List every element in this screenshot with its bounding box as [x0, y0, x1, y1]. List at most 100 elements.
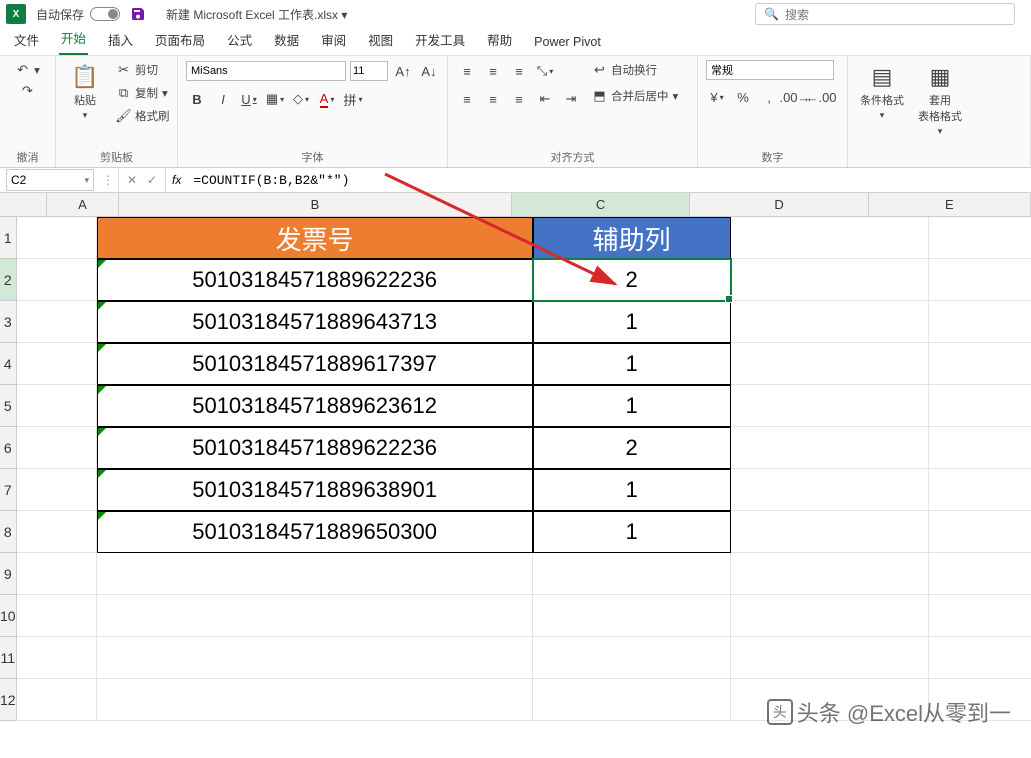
cell-C3[interactable]: 1: [533, 301, 731, 343]
toggle-switch-icon[interactable]: [90, 7, 120, 21]
cell-B6[interactable]: 50103184571889622236: [97, 427, 533, 469]
menu-tab-公式[interactable]: 公式: [225, 26, 254, 55]
cell-D8[interactable]: [731, 511, 929, 553]
phonetic-button[interactable]: 拼: [342, 88, 364, 110]
font-family-select[interactable]: [186, 61, 346, 81]
percent-button[interactable]: %: [732, 86, 754, 108]
row-header-1[interactable]: 1: [0, 217, 17, 259]
menu-tab-视图[interactable]: 视图: [366, 26, 395, 55]
cell-A3[interactable]: [17, 301, 97, 343]
cell-B1[interactable]: 发票号: [97, 217, 533, 259]
cell-B2[interactable]: 50103184571889622236: [97, 259, 533, 301]
col-header-C[interactable]: C: [512, 193, 690, 217]
col-header-A[interactable]: A: [47, 193, 119, 217]
row-header-4[interactable]: 4: [0, 343, 17, 385]
cell-B8[interactable]: 50103184571889650300: [97, 511, 533, 553]
cell-A6[interactable]: [17, 427, 97, 469]
menu-tab-数据[interactable]: 数据: [272, 26, 301, 55]
cell-A2[interactable]: [17, 259, 97, 301]
dec-decimal-button[interactable]: ←.00: [810, 86, 832, 108]
cell-A9[interactable]: [17, 553, 97, 595]
cell-A10[interactable]: [17, 595, 97, 637]
font-size-select[interactable]: [350, 61, 388, 81]
menu-tab-开始[interactable]: 开始: [59, 24, 88, 55]
row-header-7[interactable]: 7: [0, 469, 17, 511]
inc-decimal-button[interactable]: .00→: [784, 86, 806, 108]
col-header-E[interactable]: E: [869, 193, 1031, 217]
cell-B5[interactable]: 50103184571889623612: [97, 385, 533, 427]
row-header-8[interactable]: 8: [0, 511, 17, 553]
indent-dec-button[interactable]: ⇤: [534, 88, 556, 110]
menu-tab-Power Pivot[interactable]: Power Pivot: [532, 31, 603, 55]
cell-A12[interactable]: [17, 679, 97, 721]
fx-button[interactable]: fx: [166, 173, 187, 187]
cell-C6[interactable]: 2: [533, 427, 731, 469]
number-format-select[interactable]: [706, 60, 834, 80]
row-header-10[interactable]: 10: [0, 595, 17, 637]
cell-C8[interactable]: 1: [533, 511, 731, 553]
cell-D3[interactable]: [731, 301, 929, 343]
cancel-formula-button[interactable]: ✕: [123, 173, 141, 187]
cell-A4[interactable]: [17, 343, 97, 385]
cell-E1[interactable]: [929, 217, 1031, 259]
align-right-button[interactable]: ≡: [508, 88, 530, 110]
cell-C5[interactable]: 1: [533, 385, 731, 427]
select-all-corner[interactable]: [0, 193, 47, 217]
document-title[interactable]: 新建 Microsoft Excel 工作表.xlsx ▾: [166, 6, 347, 23]
chevron-down-icon[interactable]: ▾: [84, 175, 89, 186]
decrease-font-button[interactable]: A↓: [418, 60, 440, 82]
indent-inc-button[interactable]: ⇥: [560, 88, 582, 110]
format-painter-button[interactable]: 🖌格式刷: [112, 106, 174, 126]
cell-C4[interactable]: 1: [533, 343, 731, 385]
search-box[interactable]: 🔍 搜索: [755, 3, 1015, 25]
menu-tab-审阅[interactable]: 审阅: [319, 26, 348, 55]
confirm-formula-button[interactable]: ✓: [143, 173, 161, 187]
align-left-button[interactable]: ≡: [456, 88, 478, 110]
cell-D2[interactable]: [731, 259, 929, 301]
cell-E6[interactable]: [929, 427, 1031, 469]
currency-button[interactable]: ¥: [706, 86, 728, 108]
name-box[interactable]: C2 ▾: [6, 169, 94, 191]
cell-A1[interactable]: [17, 217, 97, 259]
fill-color-button[interactable]: ◇: [290, 88, 312, 110]
increase-font-button[interactable]: A↑: [392, 60, 414, 82]
menu-tab-开发工具[interactable]: 开发工具: [413, 26, 467, 55]
paste-button[interactable]: 📋 粘贴 ▾: [64, 60, 106, 125]
formula-input[interactable]: [187, 169, 1031, 191]
cell-C2[interactable]: 2: [533, 259, 731, 301]
cell-A8[interactable]: [17, 511, 97, 553]
cell-D1[interactable]: [731, 217, 929, 259]
cell-B3[interactable]: 50103184571889643713: [97, 301, 533, 343]
border-button[interactable]: ▦: [264, 88, 286, 110]
cell-E8[interactable]: [929, 511, 1031, 553]
col-header-D[interactable]: D: [690, 193, 868, 217]
cell-A11[interactable]: [17, 637, 97, 679]
menu-tab-插入[interactable]: 插入: [106, 26, 135, 55]
cell-C9[interactable]: [533, 553, 731, 595]
cell-C11[interactable]: [533, 637, 731, 679]
menu-tab-文件[interactable]: 文件: [12, 26, 41, 55]
merge-center-button[interactable]: ⬒合并后居中▾: [588, 86, 682, 106]
cell-E11[interactable]: [929, 637, 1031, 679]
row-header-12[interactable]: 12: [0, 679, 17, 721]
cell-B12[interactable]: [97, 679, 533, 721]
col-header-B[interactable]: B: [119, 193, 512, 217]
cell-D10[interactable]: [731, 595, 929, 637]
cell-D6[interactable]: [731, 427, 929, 469]
underline-button[interactable]: U: [238, 88, 260, 110]
save-icon[interactable]: [130, 6, 146, 22]
cell-E7[interactable]: [929, 469, 1031, 511]
cell-E5[interactable]: [929, 385, 1031, 427]
cell-D11[interactable]: [731, 637, 929, 679]
redo-button[interactable]: ↷: [16, 81, 39, 100]
row-header-9[interactable]: 9: [0, 553, 17, 595]
cell-D7[interactable]: [731, 469, 929, 511]
cell-B10[interactable]: [97, 595, 533, 637]
row-header-2[interactable]: 2: [0, 259, 17, 301]
align-middle-button[interactable]: ≡: [482, 60, 504, 82]
row-header-5[interactable]: 5: [0, 385, 17, 427]
cell-C12[interactable]: [533, 679, 731, 721]
cell-E4[interactable]: [929, 343, 1031, 385]
cell-D5[interactable]: [731, 385, 929, 427]
align-center-button[interactable]: ≡: [482, 88, 504, 110]
